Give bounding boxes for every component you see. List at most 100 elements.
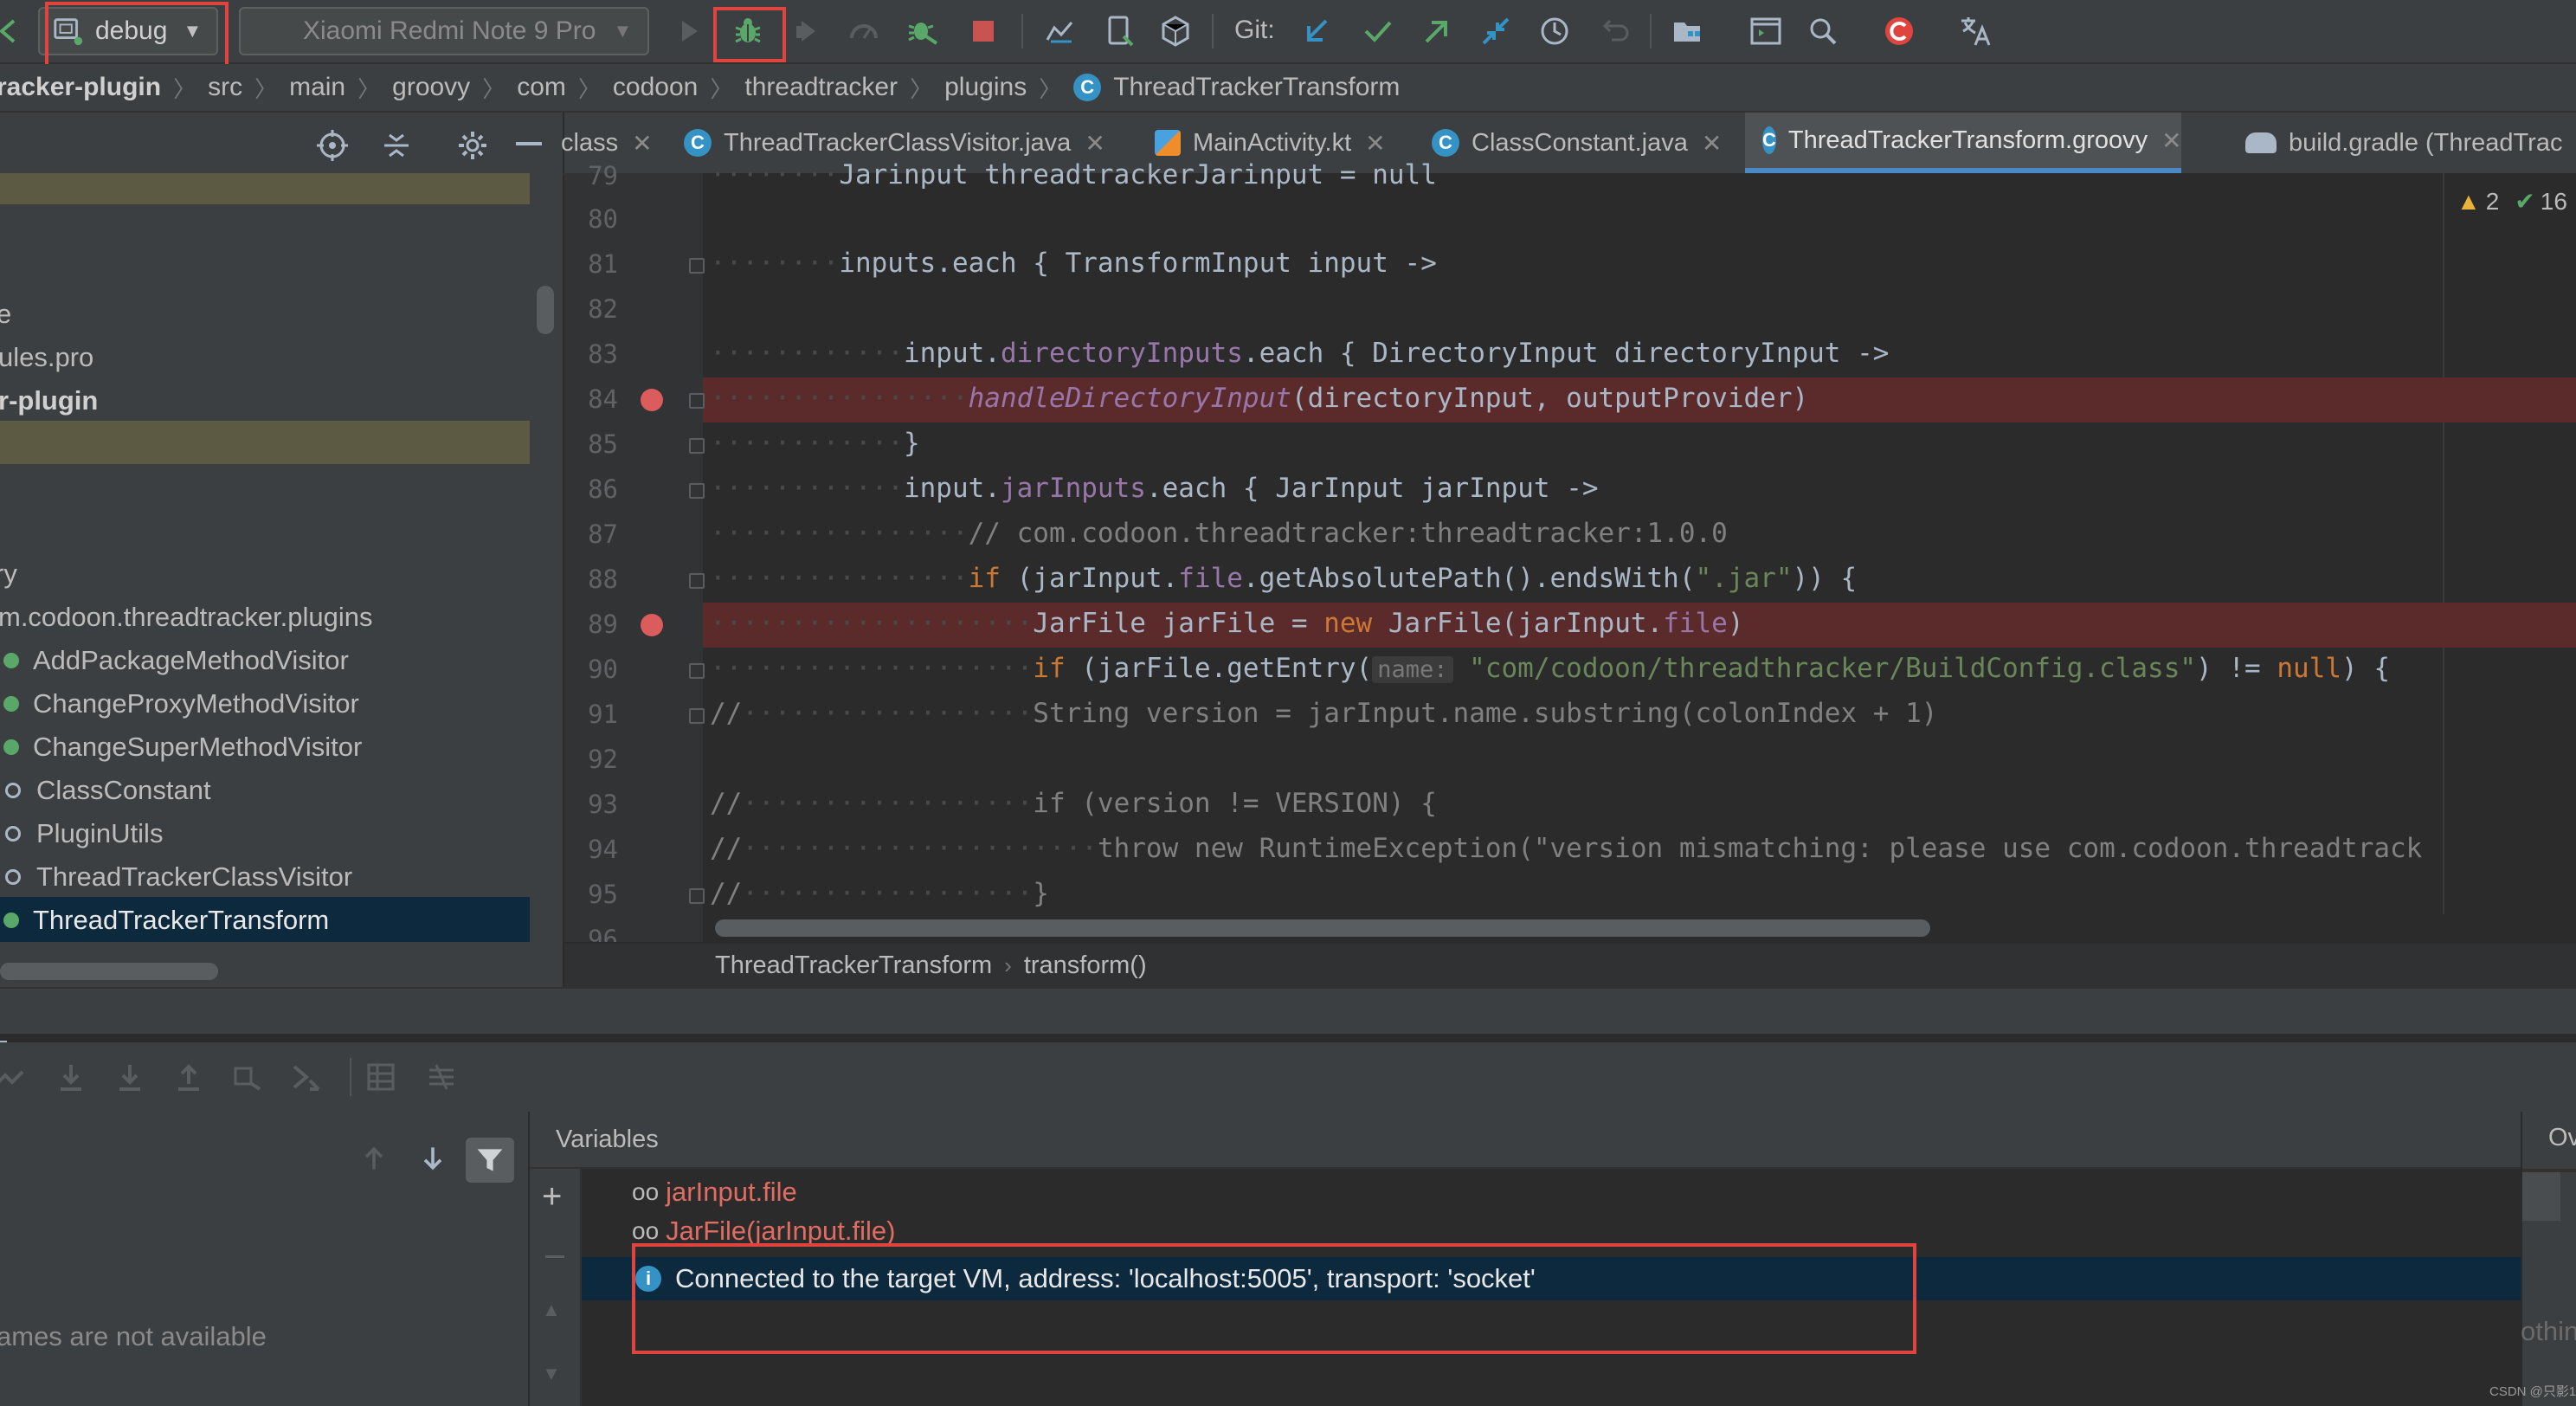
terminal-window-icon[interactable] xyxy=(1742,7,1790,55)
run-config-select[interactable]: debug ▼ xyxy=(38,7,218,55)
tree-item-module[interactable]: r-plugin xyxy=(0,379,98,422)
show-execution-point-icon[interactable] xyxy=(0,1060,26,1099)
git-push-icon[interactable] xyxy=(1413,7,1461,55)
tree-item[interactable]: e xyxy=(0,293,11,336)
debug-bug-icon[interactable] xyxy=(724,7,772,55)
sync-gradle-icon[interactable] xyxy=(1035,7,1084,55)
tree-scrollbar[interactable] xyxy=(537,286,554,334)
tree-item-package[interactable]: m.codoon.threadtracker.plugins xyxy=(0,596,373,639)
breadcrumb-threadtracker[interactable]: threadtracker xyxy=(744,73,898,102)
editor-gutter[interactable] xyxy=(564,173,703,942)
plugin-c-icon[interactable] xyxy=(1875,7,1923,55)
arrow-up-icon[interactable] xyxy=(358,1143,390,1178)
step-over-icon[interactable] xyxy=(54,1060,88,1099)
code-text: ) xyxy=(1727,608,1744,639)
arrow-down-icon[interactable] xyxy=(417,1143,448,1178)
trace-stream-icon[interactable] xyxy=(424,1060,459,1099)
breakpoint-dot-icon[interactable] xyxy=(641,614,663,636)
code-text: ) { xyxy=(2341,653,2391,684)
sdk-manager-icon[interactable] xyxy=(1151,7,1200,55)
breadcrumb-module[interactable]: racker-plugin xyxy=(0,73,161,102)
fold-marker-icon[interactable] xyxy=(689,258,705,274)
search-icon[interactable] xyxy=(1799,7,1847,55)
tree-item-class[interactable]: AddPackageMethodVisitor xyxy=(0,639,349,682)
tree-hscrollbar[interactable] xyxy=(0,963,218,980)
tree-item-label: ChangeProxyMethodVisitor xyxy=(33,688,359,719)
coverage-icon[interactable] xyxy=(782,7,831,55)
close-icon[interactable]: ✕ xyxy=(632,129,652,158)
code-editor[interactable] xyxy=(703,173,2576,942)
drop-frame-icon[interactable] xyxy=(230,1060,265,1099)
breadcrumb-main[interactable]: main xyxy=(289,73,345,102)
run-icon[interactable] xyxy=(665,7,713,55)
evaluate-expression-icon[interactable] xyxy=(364,1060,398,1099)
step-out-icon[interactable] xyxy=(171,1060,206,1099)
step-into-icon[interactable] xyxy=(113,1060,147,1099)
fold-marker-icon[interactable] xyxy=(689,483,705,499)
gear-icon[interactable] xyxy=(455,128,490,167)
watch-row[interactable]: oo JarFile(jarInput.file) xyxy=(632,1214,895,1245)
profiler-icon[interactable] xyxy=(840,7,888,55)
git-commit-icon[interactable] xyxy=(1354,7,1402,55)
parameter-hint: name: xyxy=(1372,656,1453,683)
move-down-icon[interactable]: ▼ xyxy=(542,1363,561,1385)
git-rollback-icon[interactable] xyxy=(1589,7,1638,55)
close-icon[interactable]: ✕ xyxy=(2161,126,2181,155)
add-watch-icon[interactable]: + xyxy=(542,1179,562,1214)
tree-item-class-selected[interactable]: ThreadTrackerTransform xyxy=(0,899,329,942)
device-manager-icon[interactable] xyxy=(1094,7,1143,55)
breadcrumb-src[interactable]: src xyxy=(208,73,242,102)
remove-watch-icon[interactable] xyxy=(545,1255,564,1258)
fold-marker-icon[interactable] xyxy=(689,888,705,904)
line-number: 89 xyxy=(588,609,618,639)
back-arrow-icon[interactable] xyxy=(0,7,31,55)
editor-hscrollbar[interactable] xyxy=(715,919,1930,937)
collapse-all-icon[interactable] xyxy=(379,128,414,167)
close-icon[interactable]: ✕ xyxy=(1085,129,1104,158)
breadcrumb-groovy[interactable]: groovy xyxy=(392,73,470,102)
tab-threadtracker-transform[interactable]: C ThreadTrackerTransform.groovy ✕ xyxy=(1745,113,2182,173)
device-select[interactable]: Xiaomi Redmi Note 9 Pro ▼ xyxy=(239,7,649,55)
tree-item-class[interactable]: ChangeSuperMethodVisitor xyxy=(0,726,362,769)
stop-icon[interactable] xyxy=(959,7,1008,55)
attach-debugger-icon[interactable] xyxy=(898,7,947,55)
breakpoint-dot-icon[interactable] xyxy=(641,389,663,411)
run-to-cursor-icon[interactable] xyxy=(289,1060,324,1099)
breadcrumb-codoon[interactable]: codoon xyxy=(613,73,698,102)
tab-build-gradle[interactable]: build.gradle (ThreadTrac xyxy=(2245,113,2562,173)
tree-item[interactable]: ry xyxy=(0,552,17,596)
editor-breadcrumb-class[interactable]: ThreadTrackerTransform xyxy=(715,951,992,980)
watch-row[interactable]: oo jarInput.file xyxy=(632,1171,797,1214)
tree-item-class[interactable]: ChangeProxyMethodVisitor xyxy=(0,682,359,726)
tree-item-proguard[interactable]: ules.pro xyxy=(0,336,93,379)
connected-message-row[interactable]: i Connected to the target VM, address: '… xyxy=(582,1257,2521,1300)
git-history-icon[interactable] xyxy=(1530,7,1579,55)
fold-marker-icon[interactable] xyxy=(689,393,705,409)
move-up-icon[interactable]: ▲ xyxy=(542,1299,561,1321)
minimize-icon[interactable] xyxy=(516,142,542,145)
fold-marker-icon[interactable] xyxy=(689,573,705,589)
fold-marker-icon[interactable] xyxy=(689,663,705,679)
breadcrumb-com[interactable]: com xyxy=(517,73,566,102)
tree-item-class[interactable]: ThreadTrackerClassVisitor xyxy=(0,855,352,899)
inspection-widget[interactable]: ▲ 2 ✔ 16 xyxy=(2457,187,2567,216)
breadcrumb-file[interactable]: ThreadTrackerTransform xyxy=(1113,73,1400,102)
translate-icon[interactable] xyxy=(1951,7,2000,55)
locate-file-icon[interactable] xyxy=(315,128,350,167)
tree-item-class[interactable]: PluginUtils xyxy=(0,812,163,855)
editor-breadcrumb-method[interactable]: transform() xyxy=(1024,951,1147,980)
fold-marker-icon[interactable] xyxy=(689,708,705,724)
frames-message: ames are not available xyxy=(0,1321,267,1351)
tab-class-constant[interactable]: C ClassConstant.java ✕ xyxy=(1432,113,1722,173)
close-icon[interactable]: ✕ xyxy=(1702,129,1722,158)
breadcrumb-plugins[interactable]: plugins xyxy=(944,73,1027,102)
tree-item-class[interactable]: ClassConstant xyxy=(0,769,211,812)
watch-glasses-icon: oo xyxy=(632,1178,660,1205)
filter-icon[interactable] xyxy=(466,1138,514,1183)
close-icon[interactable]: ✕ xyxy=(1365,129,1385,158)
fold-marker-icon[interactable] xyxy=(689,438,705,454)
git-compare-icon[interactable] xyxy=(1472,7,1520,55)
project-structure-icon[interactable] xyxy=(1664,7,1712,55)
git-update-icon[interactable] xyxy=(1293,7,1342,55)
code-text: (directoryInput, outputProvider) xyxy=(1291,383,1809,414)
